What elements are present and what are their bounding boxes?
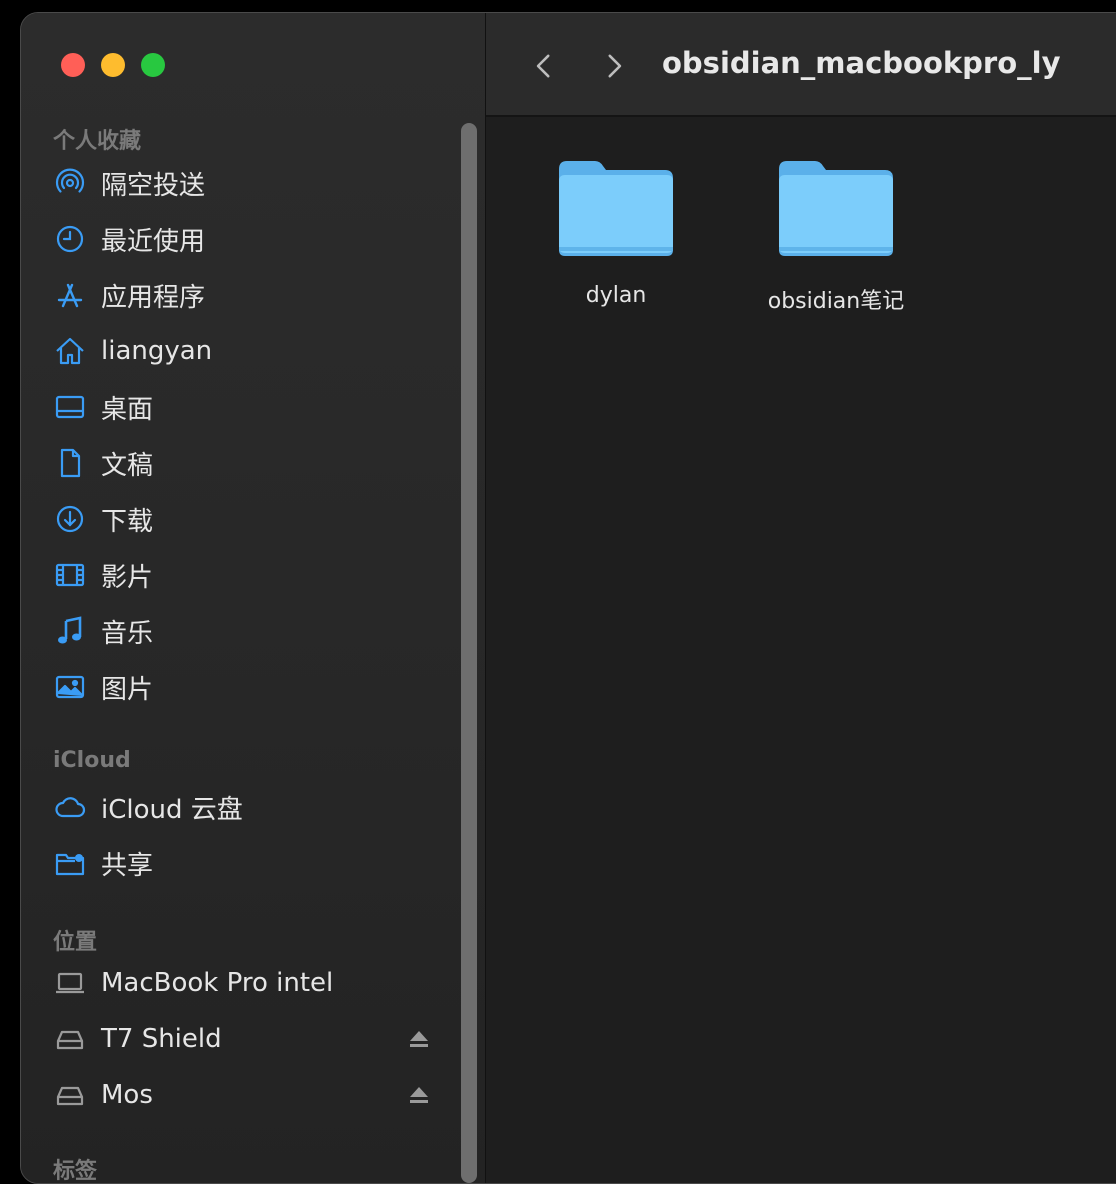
cloud-icon xyxy=(53,790,87,824)
sidebar-item-t7-shield[interactable]: T7 Shield xyxy=(53,1017,453,1061)
sidebar-item-pictures[interactable]: 图片 xyxy=(53,665,453,709)
icloud-section-title: iCloud xyxy=(53,748,131,773)
desktop-icon xyxy=(53,390,87,424)
sidebar-item-music[interactable]: 音乐 xyxy=(53,609,453,653)
window-title: obsidian_macbookpro_ly xyxy=(662,46,1061,80)
sidebar-item-icloud-drive[interactable]: iCloud 云盘 xyxy=(53,785,453,829)
sidebar-item-label: 文稿 xyxy=(101,450,154,481)
sidebar-item-airdrop[interactable]: 隔空投送 xyxy=(53,161,453,205)
folder-name: obsidian笔记 xyxy=(767,289,905,314)
sidebar-scrollbar[interactable] xyxy=(461,123,477,1183)
sidebar: 个人收藏 隔空投送 最近使用 应用程序 liangyan 桌面 文稿 下载 影片… xyxy=(21,13,486,1183)
sidebar-item-label: iCloud 云盘 xyxy=(101,794,243,825)
sidebar-item-movies[interactable]: 影片 xyxy=(53,553,453,597)
minimize-button[interactable] xyxy=(101,53,125,77)
sidebar-item-home[interactable]: liangyan xyxy=(53,329,453,373)
sidebar-item-label: 影片 xyxy=(101,562,154,593)
sidebar-item-label: liangyan xyxy=(101,336,213,366)
airdrop-icon xyxy=(53,166,87,200)
music-icon xyxy=(53,614,87,648)
sidebar-item-label: 音乐 xyxy=(101,618,154,649)
sidebar-item-label: 桌面 xyxy=(101,394,154,425)
sidebar-item-recents[interactable]: 最近使用 xyxy=(53,217,453,261)
finder-window: 个人收藏 隔空投送 最近使用 应用程序 liangyan 桌面 文稿 下载 影片… xyxy=(20,12,1116,1184)
applications-icon xyxy=(53,278,87,312)
sidebar-item-label: 隔空投送 xyxy=(101,170,206,201)
toolbar: obsidian_macbookpro_ly xyxy=(486,13,1116,117)
sidebar-item-applications[interactable]: 应用程序 xyxy=(53,273,453,317)
tags-section-title: 标签 xyxy=(53,1159,98,1184)
main-content: obsidian_macbookpro_ly dylan obsidian笔记 xyxy=(486,13,1116,1183)
folder-icon xyxy=(559,161,673,256)
sidebar-item-label: 最近使用 xyxy=(101,226,206,257)
laptop-icon xyxy=(53,966,87,1000)
sidebar-item-downloads[interactable]: 下载 xyxy=(53,497,453,541)
favorites-section-title: 个人收藏 xyxy=(53,129,142,154)
sidebar-item-label: Mos xyxy=(101,1080,153,1110)
sidebar-item-label: 图片 xyxy=(101,674,154,705)
sidebar-item-label: 共享 xyxy=(101,850,154,881)
film-icon xyxy=(53,558,87,592)
sidebar-item-desktop[interactable]: 桌面 xyxy=(53,385,453,429)
zoom-button[interactable] xyxy=(141,53,165,77)
sidebar-item-mos[interactable]: Mos xyxy=(53,1073,453,1117)
sidebar-item-shared[interactable]: 共享 xyxy=(53,841,453,885)
sidebar-item-label: 下载 xyxy=(101,506,154,537)
sidebar-item-label: T7 Shield xyxy=(101,1024,222,1054)
folder-item[interactable]: obsidian笔记 xyxy=(746,153,926,315)
photo-icon xyxy=(53,670,87,704)
folder-icon xyxy=(779,161,893,256)
back-button[interactable] xyxy=(524,46,564,86)
sidebar-item-macbook[interactable]: MacBook Pro intel xyxy=(53,961,453,1005)
drive-icon xyxy=(53,1022,87,1056)
sidebar-item-label: MacBook Pro intel xyxy=(101,968,334,998)
document-icon xyxy=(53,446,87,480)
home-icon xyxy=(53,334,87,368)
eject-icon[interactable] xyxy=(405,1025,433,1053)
sidebar-item-documents[interactable]: 文稿 xyxy=(53,441,453,485)
drive-icon xyxy=(53,1078,87,1112)
shared-folder-icon xyxy=(53,846,87,880)
folder-name: dylan xyxy=(585,283,647,308)
download-icon xyxy=(53,502,87,536)
forward-button[interactable] xyxy=(594,46,634,86)
chevron-left-icon xyxy=(536,54,550,78)
close-button[interactable] xyxy=(61,53,85,77)
sidebar-item-label: 应用程序 xyxy=(101,282,206,313)
folder-item[interactable]: dylan xyxy=(526,153,706,308)
clock-icon xyxy=(53,222,87,256)
window-controls xyxy=(61,53,165,77)
chevron-right-icon xyxy=(608,54,622,78)
locations-section-title: 位置 xyxy=(53,930,98,955)
eject-icon[interactable] xyxy=(405,1081,433,1109)
